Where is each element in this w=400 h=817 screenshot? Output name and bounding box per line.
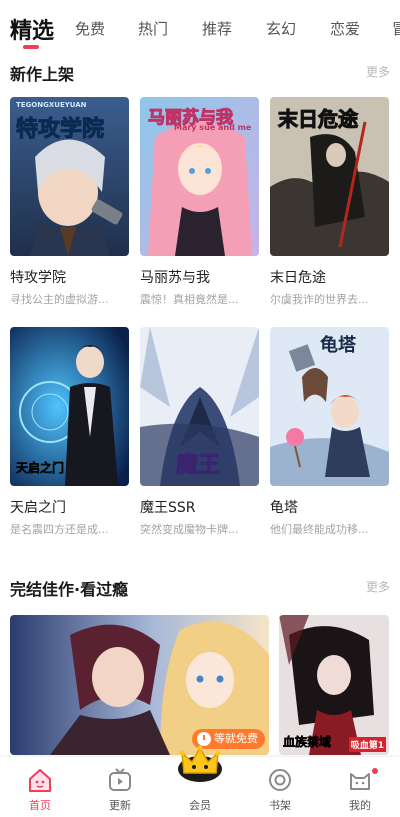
comic-cover[interactable]: TEGONGXUEYUAN 特攻学院 bbox=[10, 97, 129, 256]
comic-title[interactable]: 天启之门 bbox=[10, 497, 129, 517]
home-icon bbox=[29, 769, 51, 792]
comic-card[interactable]: TEGONGXUEYUAN 特攻学院 特攻学院 寻找公主的虚拟游... bbox=[10, 97, 129, 307]
cover-logo-text: 特攻学院 bbox=[15, 117, 105, 143]
more-link-completed[interactable]: 更多 bbox=[366, 578, 390, 595]
comic-description: 寻找公主的虚拟游... bbox=[10, 293, 109, 306]
category-tabs: 精选 免费 热门 推荐 玄幻 恋爱 冒 bbox=[0, 0, 400, 56]
tab-romance[interactable]: 恋爱 bbox=[330, 18, 360, 39]
cover-tag: 吸血第1 bbox=[348, 737, 386, 752]
comic-title[interactable]: 龟塔 bbox=[270, 497, 389, 517]
comic-cover[interactable]: 天启之门 bbox=[10, 327, 129, 486]
comic-description: 是名震四方还是成... bbox=[10, 523, 109, 536]
completed-banner-large[interactable]: 等就免费 bbox=[10, 615, 269, 755]
notification-dot bbox=[372, 768, 378, 774]
cover-logo-text: 天启之门 bbox=[16, 461, 65, 476]
comic-card[interactable]: 末日危途 末日危途 尔虞我诈的世界去... bbox=[270, 97, 389, 307]
cover-subtitle: Mary sue and me bbox=[174, 123, 252, 132]
cover-logo-text: 血族禁域 bbox=[283, 735, 332, 750]
comic-card[interactable]: 天启之门 天启之门 是名震四方还是成... bbox=[10, 327, 129, 537]
tv-icon bbox=[109, 768, 131, 791]
comic-description: 他们最终能成功移... bbox=[270, 523, 369, 536]
nav-label-bookshelf: 书架 bbox=[269, 799, 291, 812]
nav-profile[interactable]: 我的 bbox=[320, 757, 400, 817]
bottom-nav: 首页 更新 会员 书架 我的 bbox=[0, 745, 400, 817]
nav-label-membership: 会员 bbox=[189, 799, 211, 812]
tab-fantasy[interactable]: 玄幻 bbox=[266, 18, 296, 39]
nav-bookshelf[interactable]: 书架 bbox=[240, 757, 320, 817]
comic-title[interactable]: 末日危途 bbox=[270, 267, 389, 287]
nav-membership[interactable]: 会员 bbox=[160, 745, 240, 817]
cat-profile-icon bbox=[350, 773, 370, 790]
comic-cover[interactable]: 马丽苏与我 Mary sue and me bbox=[140, 97, 259, 256]
comic-description: 尔虞我诈的世界去... bbox=[270, 293, 369, 306]
comic-title[interactable]: 马丽苏与我 bbox=[140, 267, 259, 287]
comic-cover[interactable]: 魔王 bbox=[140, 327, 259, 486]
comic-description: 震惊！真相竟然是... bbox=[140, 293, 239, 306]
nav-updates[interactable]: 更新 bbox=[80, 757, 160, 817]
comic-card[interactable]: 龟塔 龟塔 他们最终能成功移... bbox=[270, 327, 389, 537]
bookshelf-icon bbox=[269, 769, 291, 791]
cover-logo-text: 末日危途 bbox=[278, 107, 359, 132]
section-title-completed: 完结佳作·看过瘾 bbox=[10, 580, 129, 599]
cover-logo-text: 魔王 bbox=[175, 453, 221, 479]
tab-adventure[interactable]: 冒 bbox=[392, 18, 400, 39]
comic-title[interactable]: 魔王SSR bbox=[140, 497, 259, 517]
comic-title[interactable]: 特攻学院 bbox=[10, 267, 129, 287]
tab-hot[interactable]: 热门 bbox=[138, 18, 168, 39]
more-link-new-releases[interactable]: 更多 bbox=[366, 63, 390, 80]
tab-free[interactable]: 免费 bbox=[75, 18, 105, 39]
tab-featured[interactable]: 精选 bbox=[10, 13, 54, 45]
crown-icon bbox=[178, 745, 222, 782]
comic-card[interactable]: 魔王 魔王SSR 突然变成魔物卡牌... bbox=[140, 327, 259, 537]
cover-subtitle: TEGONGXUEYUAN bbox=[16, 101, 87, 109]
comic-description: 突然变成魔物卡牌... bbox=[140, 523, 239, 536]
completed-banner-small[interactable]: 血族禁域 吸血第1 bbox=[279, 615, 389, 755]
nav-label-profile: 我的 bbox=[349, 799, 371, 812]
nav-home[interactable]: 首页 bbox=[0, 757, 80, 817]
nav-label-home: 首页 bbox=[29, 799, 51, 812]
section-title-new-releases: 新作上架 bbox=[10, 65, 75, 84]
active-tab-indicator bbox=[23, 45, 39, 49]
tab-recommended[interactable]: 推荐 bbox=[202, 18, 232, 39]
comic-card[interactable]: 马丽苏与我 Mary sue and me 马丽苏与我 震惊！真相竟然是... bbox=[140, 97, 259, 307]
cover-logo-text: 龟塔 bbox=[320, 335, 356, 356]
comic-cover[interactable]: 龟塔 bbox=[270, 327, 389, 486]
comic-cover[interactable]: 末日危途 bbox=[270, 97, 389, 256]
nav-label-updates: 更新 bbox=[109, 799, 131, 812]
